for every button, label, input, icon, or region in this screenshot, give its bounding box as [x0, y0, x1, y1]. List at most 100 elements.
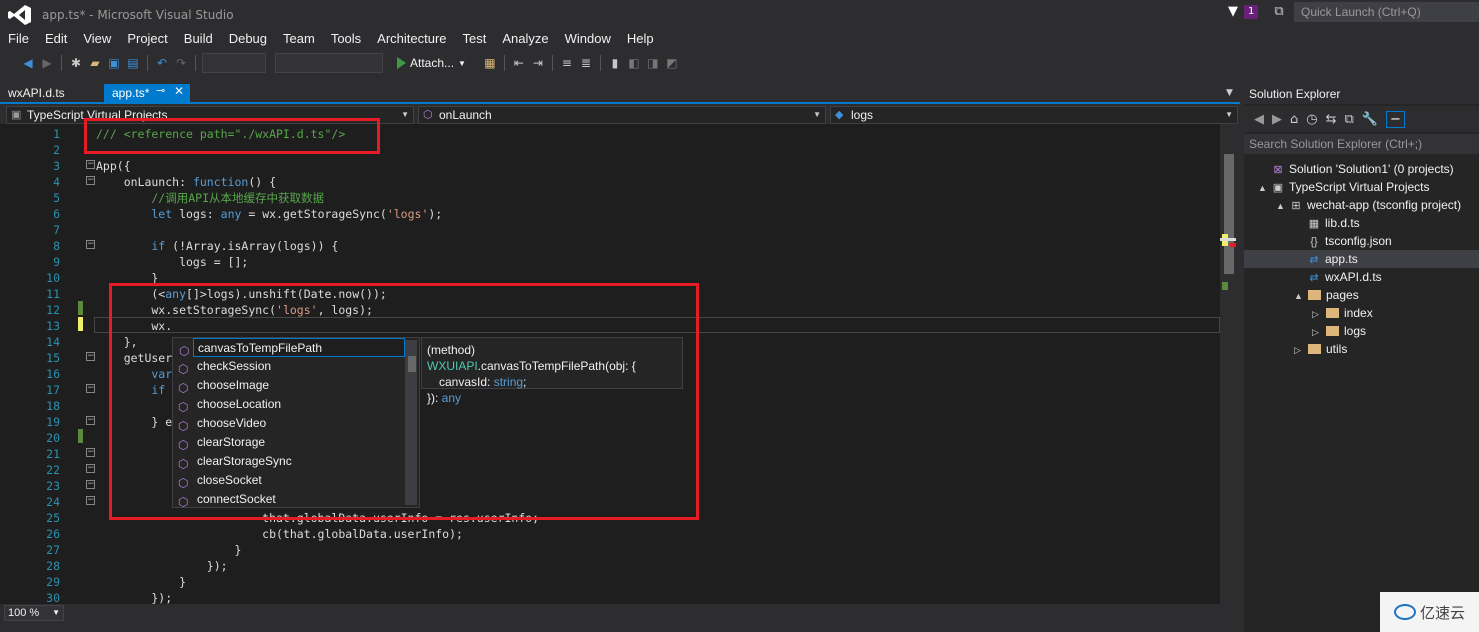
expand-toggle-icon[interactable]: ▲ — [1258, 179, 1270, 197]
project-icon: ▣ — [11, 109, 22, 121]
solution-tree-node[interactable]: ▲ ▣ TypeScript Virtual Projects — [1258, 178, 1430, 196]
next-bookmark-icon[interactable]: ◨ — [645, 55, 661, 71]
navigate-back-icon[interactable]: ◀ — [20, 55, 36, 71]
vs-solution-icon: ⊠ — [1273, 164, 1283, 176]
solution-tree-node[interactable]: ▷ logs — [1312, 322, 1366, 340]
menu-project[interactable]: Project — [119, 30, 175, 50]
navigate-forward-icon[interactable]: ▶ — [39, 55, 55, 71]
tsconfig-project-icon: ⊞ — [1291, 200, 1301, 212]
folder-icon — [1326, 308, 1339, 318]
close-tab-icon[interactable]: ✕ — [174, 84, 184, 98]
scroll-thumb[interactable] — [1224, 154, 1234, 274]
notification-badge[interactable]: 1 — [1244, 4, 1259, 19]
expand-toggle-icon[interactable]: ▲ — [1294, 287, 1306, 305]
expand-toggle-icon[interactable]: ▲ — [1276, 197, 1288, 215]
menu-test[interactable]: Test — [455, 30, 495, 50]
preview-icon[interactable]: − — [1386, 110, 1405, 128]
feedback-icon[interactable]: ⧉ — [1274, 4, 1283, 19]
tab-wxapi[interactable]: wxAPI.d.ts — [0, 84, 73, 102]
solution-tree-label: tsconfig.json — [1325, 234, 1392, 248]
zoom-dropdown[interactable]: 100 % ▼ — [4, 605, 64, 621]
uncomment-icon[interactable]: ≣ — [578, 55, 594, 71]
collapse-region-icon[interactable]: − — [86, 448, 95, 457]
bookmark-icon[interactable]: ▮ — [607, 55, 623, 71]
prev-bookmark-icon[interactable]: ◧ — [626, 55, 642, 71]
quick-launch-input[interactable]: Quick Launch (Ctrl+Q) — [1294, 2, 1479, 22]
redo-icon[interactable]: ↷ — [173, 55, 189, 71]
home-icon[interactable]: ⌂ — [1290, 112, 1298, 127]
sync-icon[interactable]: ⇆ — [1326, 112, 1337, 127]
expand-toggle-icon[interactable]: ▷ — [1294, 341, 1306, 359]
solution-tree-node[interactable]: ▷ index — [1312, 304, 1373, 322]
editor-horizontal-scrollbar[interactable] — [72, 604, 1220, 622]
collapse-region-icon[interactable]: − — [86, 352, 95, 361]
menu-tools[interactable]: Tools — [323, 30, 369, 50]
line-number: 3 — [53, 159, 60, 173]
member-dropdown[interactable]: ⬡ onLaunch ▼ — [418, 106, 826, 124]
symbol-dropdown[interactable]: ◆ logs ▼ — [830, 106, 1238, 124]
line-number: 17 — [46, 383, 60, 397]
collapse-region-icon[interactable]: − — [86, 384, 95, 393]
menu-architecture[interactable]: Architecture — [369, 30, 454, 50]
menu-analyze[interactable]: Analyze — [494, 30, 556, 50]
solution-platform-dropdown[interactable] — [275, 53, 383, 73]
solution-tree-node[interactable]: ▦ lib.d.ts — [1294, 214, 1360, 232]
solution-tree-node[interactable]: {} tsconfig.json — [1294, 232, 1392, 250]
menu-team[interactable]: Team — [275, 30, 323, 50]
collapse-region-icon[interactable]: − — [86, 464, 95, 473]
new-project-icon[interactable]: ✱ — [68, 55, 84, 71]
line-number: 18 — [46, 399, 60, 413]
menu-view[interactable]: View — [75, 30, 119, 50]
history-icon[interactable]: ◷ — [1306, 112, 1317, 127]
code-line-6: let logs: any = wx.getStorageSync('logs'… — [96, 207, 443, 221]
watermark-text: 亿速云 — [1419, 604, 1465, 622]
menu-help[interactable]: Help — [619, 30, 662, 50]
title-bar: app.ts* - Microsoft Visual Studio ▼ 1 ⧉ … — [0, 0, 1479, 30]
collapse-region-icon[interactable]: − — [86, 496, 95, 505]
filter-icon[interactable]: ▼ — [1228, 4, 1238, 19]
solution-tree-node[interactable]: ⇄ app.ts — [1244, 250, 1479, 268]
solution-tree-node[interactable]: ▲ pages — [1294, 286, 1359, 304]
collapse-all-icon[interactable]: ⧉ — [1345, 112, 1354, 127]
undo-icon[interactable]: ↶ — [154, 55, 170, 71]
folder-icon — [1326, 326, 1339, 336]
menu-edit[interactable]: Edit — [37, 30, 75, 50]
editor-vertical-scrollbar[interactable] — [1220, 124, 1238, 604]
menu-window[interactable]: Window — [557, 30, 619, 50]
indent-icon[interactable]: ⇤ — [511, 55, 527, 71]
expand-toggle-icon[interactable]: ▷ — [1312, 323, 1324, 341]
collapse-region-icon[interactable]: − — [86, 480, 95, 489]
collapse-region-icon[interactable]: − — [86, 176, 95, 185]
attach-button[interactable]: Attach... ▼ — [397, 56, 466, 70]
solution-tree-label: index — [1344, 306, 1373, 320]
standard-toolbar: ◀ ▶ ✱ ▰ ▣ ▤ ↶ ↷ Attach... ▼ ▦ ⇤ ⇥ ≡ ≣ ▮ … — [0, 52, 1479, 74]
solution-tree-node[interactable]: ▷ utils — [1294, 340, 1347, 358]
pin-tab-icon[interactable]: ⊸ — [156, 84, 165, 97]
open-file-icon[interactable]: ▰ — [87, 55, 103, 71]
properties-icon[interactable]: 🔧 — [1362, 112, 1378, 127]
solution-explorer-search[interactable]: Search Solution Explorer (Ctrl+;) — [1244, 134, 1479, 154]
menu-file[interactable]: File — [0, 30, 37, 50]
outdent-icon[interactable]: ⇥ — [530, 55, 546, 71]
scroll-saved-marker — [1222, 282, 1228, 290]
collapse-region-icon[interactable]: − — [86, 416, 95, 425]
solution-tree-node[interactable]: ⇄ wxAPI.d.ts — [1294, 268, 1381, 286]
expand-toggle-icon[interactable]: ▷ — [1312, 305, 1324, 323]
solution-configuration-dropdown[interactable] — [202, 53, 266, 73]
back-icon[interactable]: ◀ — [1254, 112, 1264, 127]
collapse-region-icon[interactable]: − — [86, 160, 95, 169]
comment-icon[interactable]: ≡ — [559, 55, 575, 71]
menu-debug[interactable]: Debug — [221, 30, 275, 50]
tab-list-dropdown-icon[interactable]: ▼ — [1226, 88, 1233, 98]
find-in-files-icon[interactable]: ▦ — [482, 55, 498, 71]
menu-build[interactable]: Build — [176, 30, 221, 50]
visual-studio-logo-icon — [8, 5, 31, 25]
forward-icon[interactable]: ▶ — [1272, 112, 1282, 127]
solution-tree-label: utils — [1326, 342, 1348, 356]
save-icon[interactable]: ▣ — [106, 55, 122, 71]
collapse-region-icon[interactable]: − — [86, 240, 95, 249]
solution-tree-node[interactable]: ▲ ⊞ wechat-app (tsconfig project) — [1276, 196, 1461, 214]
solution-tree-node[interactable]: ⊠ Solution 'Solution1' (0 projects) — [1258, 160, 1453, 178]
clear-bookmarks-icon[interactable]: ◩ — [664, 55, 680, 71]
save-all-icon[interactable]: ▤ — [125, 55, 141, 71]
